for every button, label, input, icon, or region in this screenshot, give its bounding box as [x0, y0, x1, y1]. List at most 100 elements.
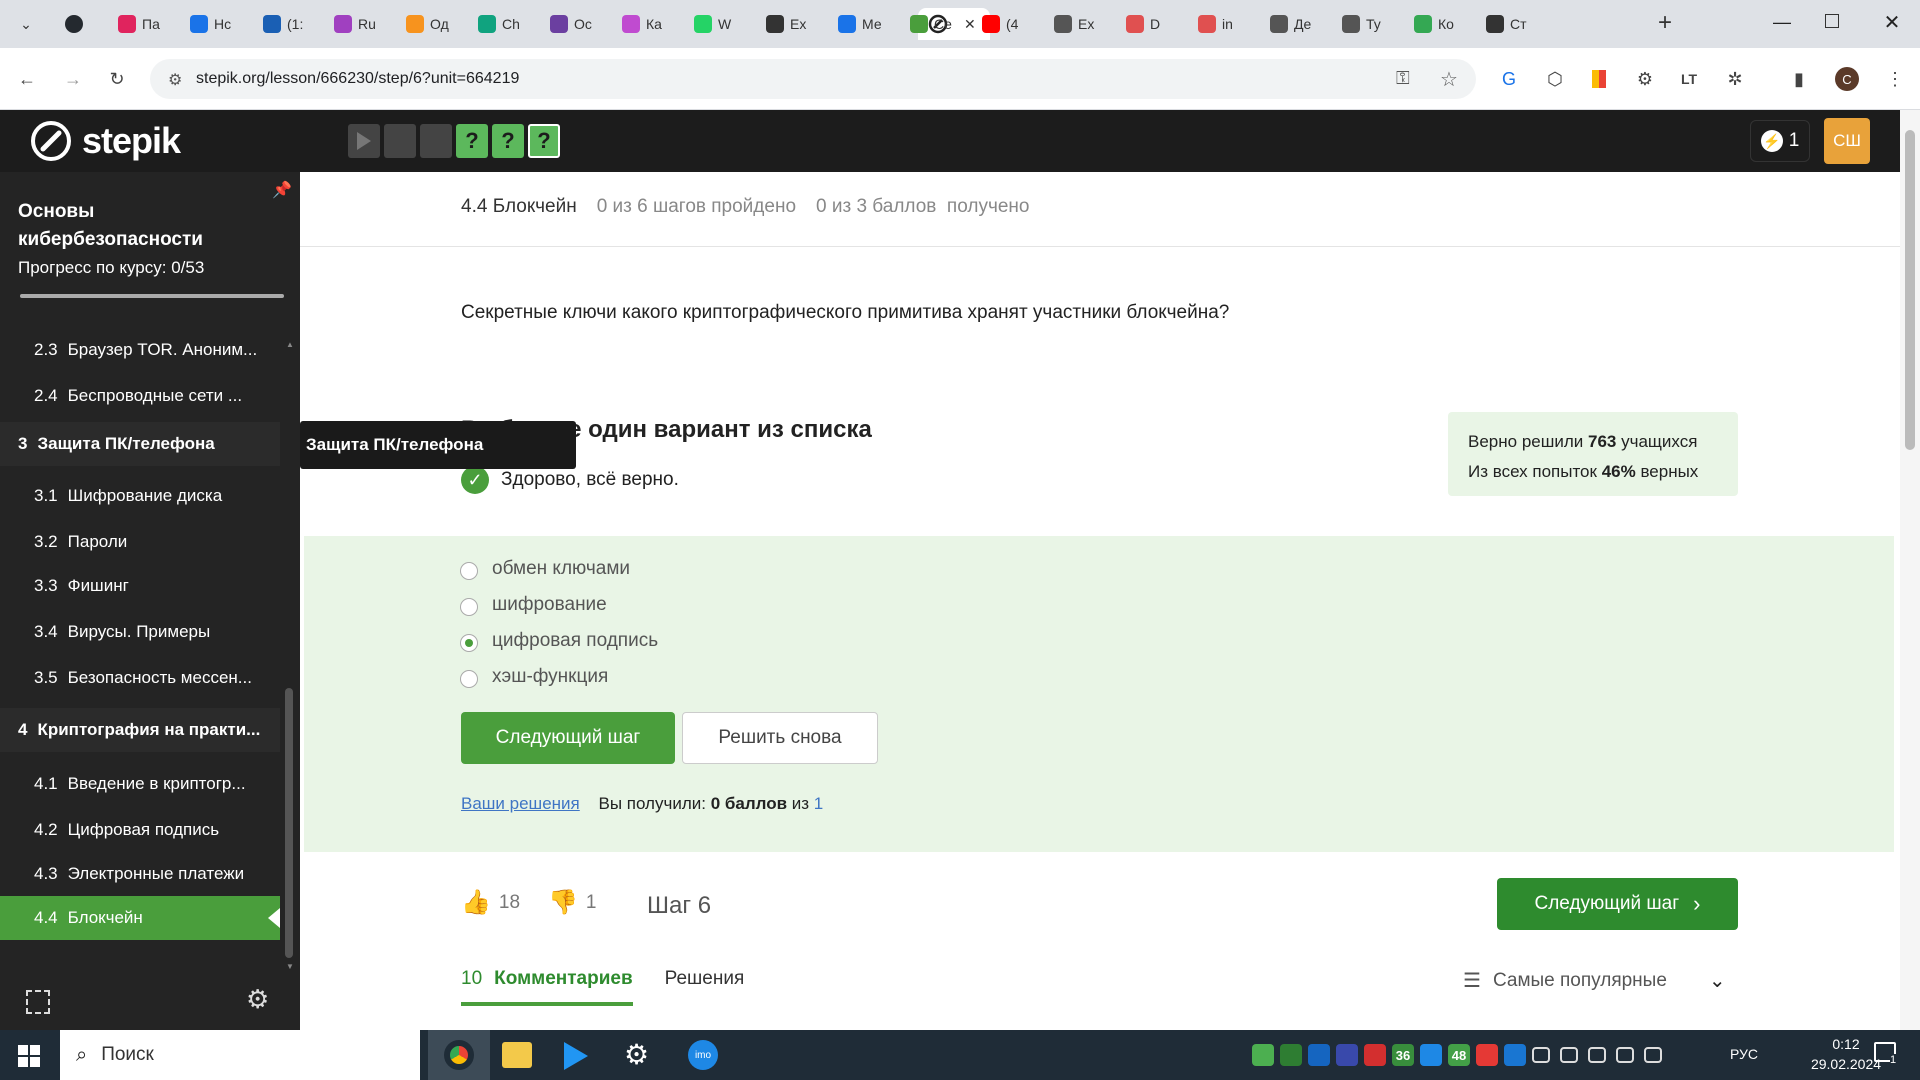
- stepik-logo[interactable]: stepik: [30, 120, 181, 162]
- sidebar-lesson[interactable]: 3.5 Безопасность мессен...: [0, 656, 280, 700]
- site-info-icon[interactable]: ⚙: [168, 70, 182, 90]
- tray-icon[interactable]: 48: [1448, 1044, 1470, 1066]
- sort-dropdown[interactable]: ☰ Самые популярные ⌄: [1463, 968, 1726, 993]
- your-solutions-link[interactable]: Ваши решения: [461, 794, 580, 813]
- sidebar-lesson[interactable]: 3.4 Вирусы. Примеры: [0, 610, 280, 654]
- fullscreen-icon[interactable]: [26, 990, 50, 1014]
- windows-start-icon[interactable]: [18, 1045, 40, 1067]
- browser-tab[interactable]: Па: [108, 8, 178, 40]
- radio-button[interactable]: [460, 634, 478, 652]
- taskbar-player-icon[interactable]: [564, 1042, 588, 1070]
- browser-menu-icon[interactable]: ⋮: [1882, 66, 1908, 92]
- new-tab-button[interactable]: +: [1650, 8, 1680, 38]
- settings-gear-icon[interactable]: ⚙: [246, 984, 269, 1015]
- tray-icon[interactable]: [1280, 1044, 1302, 1066]
- browser-tab[interactable]: Ст: [1476, 8, 1546, 40]
- back-arrow-icon[interactable]: ←: [14, 66, 40, 92]
- thumbs-down-icon[interactable]: 👎: [548, 888, 578, 917]
- extension-cube-icon[interactable]: ⬡: [1542, 66, 1568, 92]
- browser-tab[interactable]: Ch: [468, 8, 538, 40]
- step-text-icon[interactable]: [384, 124, 416, 158]
- sidebar-scrollbar[interactable]: ▲ ▼: [284, 332, 294, 972]
- sidebar-lesson[interactable]: 2.3 Браузер TOR. Аноним...: [0, 328, 280, 372]
- tray-icon[interactable]: [1252, 1044, 1274, 1066]
- course-title[interactable]: Основы кибербезопасности: [18, 198, 228, 254]
- sidebar-module[interactable]: 3 Защита ПК/телефона: [0, 422, 280, 466]
- tray-icon[interactable]: [1420, 1044, 1442, 1066]
- option-label[interactable]: хэш-функция: [492, 666, 608, 688]
- sidebar-lesson[interactable]: 3.2 Пароли: [0, 520, 280, 564]
- minimize-window-icon[interactable]: —: [1770, 12, 1794, 36]
- taskbar-chrome-icon[interactable]: [428, 1030, 490, 1080]
- tab-comments[interactable]: 10 Комментариев: [461, 968, 633, 1006]
- browser-tab[interactable]: Ех: [756, 8, 826, 40]
- step-video-icon[interactable]: [348, 124, 380, 158]
- taskbar-imo-icon[interactable]: imo: [688, 1040, 718, 1070]
- password-key-icon[interactable]: ⚿: [1396, 68, 1410, 89]
- side-panel-icon[interactable]: ▮: [1786, 66, 1812, 92]
- tab-search-button[interactable]: ⌄: [12, 10, 40, 38]
- step-quiz-icon[interactable]: ?: [456, 124, 488, 158]
- tray-icon[interactable]: [1504, 1044, 1526, 1066]
- language-indicator[interactable]: РУС: [1730, 1046, 1758, 1062]
- tray-icon[interactable]: [1364, 1044, 1386, 1066]
- browser-tab[interactable]: in: [1188, 8, 1258, 40]
- browser-tab[interactable]: Од: [396, 8, 466, 40]
- energy-counter[interactable]: ⚡ 1: [1750, 120, 1810, 162]
- browser-tab[interactable]: Се: [900, 8, 970, 40]
- sidebar-lesson[interactable]: 4.1 Введение в криптогр...: [0, 762, 280, 806]
- sidebar-lesson[interactable]: 3.3 Фишинг: [0, 564, 280, 608]
- user-avatar[interactable]: СШ: [1824, 118, 1870, 164]
- sidebar-lesson[interactable]: 4.4 Блокчейн: [0, 896, 280, 940]
- option-label[interactable]: обмен ключами: [492, 558, 630, 580]
- browser-tab[interactable]: W: [684, 8, 754, 40]
- taskbar-explorer-icon[interactable]: [502, 1042, 532, 1068]
- retry-button[interactable]: Решить снова: [682, 712, 878, 764]
- tab-solutions[interactable]: Решения: [665, 968, 745, 1006]
- reload-icon[interactable]: ↻: [104, 66, 130, 92]
- browser-tab[interactable]: Ех: [1044, 8, 1114, 40]
- extensions-puzzle-icon[interactable]: ✲: [1722, 66, 1748, 92]
- sidebar-lesson[interactable]: 3.1 Шифрование диска: [0, 474, 280, 518]
- translate-icon[interactable]: G: [1496, 66, 1522, 92]
- tray-icon[interactable]: 36: [1392, 1044, 1414, 1066]
- thumbs-up-icon[interactable]: 👍: [461, 888, 491, 917]
- browser-tab[interactable]: Ка: [612, 8, 682, 40]
- tray-icon[interactable]: [1308, 1044, 1330, 1066]
- close-window-icon[interactable]: ✕: [1880, 10, 1904, 34]
- restore-window-icon[interactable]: [1825, 14, 1839, 28]
- taskbar-search[interactable]: ⌕ Поиск: [60, 1030, 420, 1080]
- browser-tab[interactable]: Ru: [324, 8, 394, 40]
- tray-icon[interactable]: [1476, 1044, 1498, 1066]
- tray-icon[interactable]: [1588, 1047, 1606, 1063]
- radio-button[interactable]: [460, 562, 478, 580]
- sidebar-lesson[interactable]: 4.3 Электронные платежи: [0, 852, 280, 896]
- sidebar-lesson[interactable]: 4.2 Цифровая подпись: [0, 808, 280, 852]
- browser-tab[interactable]: Ос: [540, 8, 610, 40]
- browser-tab[interactable]: Нс: [180, 8, 250, 40]
- step-quiz-icon[interactable]: ?: [492, 124, 524, 158]
- step-text-icon[interactable]: [420, 124, 452, 158]
- lesson-title[interactable]: 4.4 Блокчейн: [461, 196, 577, 218]
- extension-gear-icon[interactable]: ⚙: [1632, 66, 1658, 92]
- tray-icon[interactable]: [1336, 1044, 1358, 1066]
- option-label[interactable]: цифровая подпись: [492, 630, 658, 652]
- browser-tab[interactable]: (4: [972, 8, 1042, 40]
- tray-icon[interactable]: [1532, 1047, 1550, 1063]
- bookmark-star-icon[interactable]: ☆: [1440, 67, 1458, 92]
- pin-icon[interactable]: 📌: [272, 180, 292, 200]
- option-label[interactable]: шифрование: [492, 594, 607, 616]
- tray-icon[interactable]: [1644, 1047, 1662, 1063]
- browser-tab[interactable]: Ме: [828, 8, 898, 40]
- profile-avatar[interactable]: C: [1834, 66, 1860, 92]
- extension-flag-icon[interactable]: [1586, 66, 1612, 92]
- sidebar-lesson[interactable]: 2.4 Беспроводные сети ...: [0, 374, 280, 418]
- step-quiz-current-icon[interactable]: ?: [528, 124, 560, 158]
- tray-icon[interactable]: [1560, 1047, 1578, 1063]
- page-scrollbar-thumb[interactable]: [1905, 130, 1915, 450]
- github-pinned-tab[interactable]: [60, 10, 88, 38]
- next-step-button[interactable]: Следующий шаг: [461, 712, 675, 764]
- sidebar-scrollbar-thumb[interactable]: [285, 688, 293, 958]
- browser-tab[interactable]: (1:: [253, 8, 323, 40]
- forward-arrow-icon[interactable]: →: [60, 66, 86, 92]
